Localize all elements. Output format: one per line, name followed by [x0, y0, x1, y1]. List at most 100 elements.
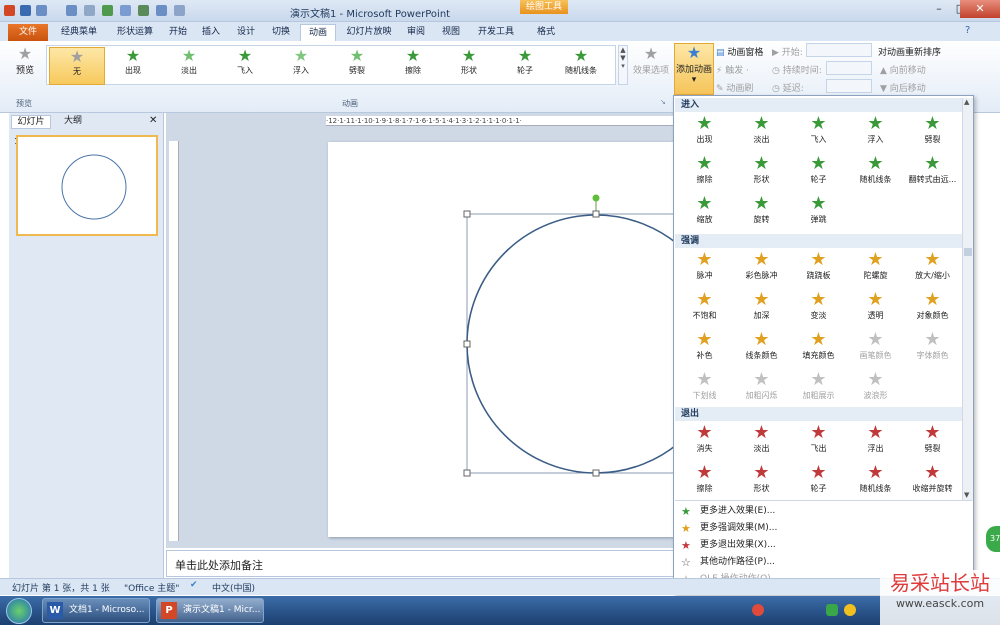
- animation-painter-button[interactable]: ✎ 动画刷: [716, 81, 753, 94]
- redo-icon[interactable]: [66, 5, 77, 16]
- slide-thumbnail[interactable]: [16, 135, 158, 236]
- preview-button[interactable]: ★ 预览: [8, 45, 42, 95]
- duration-field[interactable]: [826, 61, 872, 75]
- effect-item[interactable]: ★ 飞出: [790, 423, 847, 463]
- gallery-scroll-button[interactable]: ▲ ▼ ▾: [618, 45, 628, 85]
- scroll-up-icon[interactable]: ▲: [964, 98, 972, 106]
- effect-options-button[interactable]: ★ 效果选项: [632, 45, 670, 95]
- scroll-thumb[interactable]: [964, 248, 972, 256]
- taskbar-word[interactable]: W 文档1 - Microso...: [42, 598, 150, 623]
- effect-item[interactable]: ★ 缩放: [676, 194, 733, 234]
- effect-item[interactable]: ★ 画笔颜色: [847, 330, 904, 370]
- start-select[interactable]: [806, 43, 872, 57]
- minimize-button[interactable]: –: [925, 0, 953, 18]
- table-icon[interactable]: [138, 5, 149, 16]
- dialog-launcher-icon[interactable]: ↘: [660, 98, 666, 106]
- effect-item[interactable]: ★ 陀螺旋: [847, 250, 904, 290]
- effect-item[interactable]: ★ 波浪形: [847, 370, 904, 410]
- effect-item[interactable]: ★ 线条颜色: [733, 330, 790, 370]
- language[interactable]: 中文(中国): [212, 581, 255, 594]
- start-button[interactable]: [6, 598, 32, 624]
- floating-badge[interactable]: 37: [986, 526, 1000, 552]
- tab-design[interactable]: 设计: [230, 24, 262, 41]
- format-painter-icon[interactable]: [120, 5, 131, 16]
- tray-shield-icon[interactable]: [826, 604, 838, 616]
- effect-item[interactable]: ★ 淡出: [733, 423, 790, 463]
- tab-review[interactable]: 审阅: [400, 24, 432, 41]
- picture-icon[interactable]: [156, 5, 167, 16]
- tab-file[interactable]: 文件: [8, 24, 48, 41]
- effect-item[interactable]: ★ 劈裂: [904, 114, 961, 154]
- gallery-item-float-in[interactable]: ★ 浮入: [273, 47, 329, 85]
- effect-item[interactable]: ★ 弹跳: [790, 194, 847, 234]
- effect-item[interactable]: ★ 淡出: [733, 114, 790, 154]
- effect-item[interactable]: ★ 浮入: [847, 114, 904, 154]
- effect-item[interactable]: ★ 轮子: [790, 154, 847, 194]
- slide-canvas[interactable]: [328, 142, 726, 537]
- move-earlier-button[interactable]: ▲ 向前移动: [880, 63, 926, 76]
- effect-item[interactable]: ★ 脉冲: [676, 250, 733, 290]
- effect-item[interactable]: ★ 对象颜色: [904, 290, 961, 330]
- gallery-item-split[interactable]: ★ 劈裂: [329, 47, 385, 85]
- effect-item[interactable]: ★ 彩色脉冲: [733, 250, 790, 290]
- new-slide-icon[interactable]: [84, 5, 95, 16]
- tab-developer[interactable]: 开发工具: [470, 24, 522, 41]
- more-exit-effects[interactable]: ★ 更多退出效果(X)...: [676, 537, 966, 554]
- tray-app-icon[interactable]: [752, 604, 764, 616]
- effect-item[interactable]: ★ 放大/缩小: [904, 250, 961, 290]
- effect-item[interactable]: ★ 填充颜色: [790, 330, 847, 370]
- effect-item[interactable]: ★ 出现: [676, 114, 733, 154]
- tab-view[interactable]: 视图: [435, 24, 467, 41]
- delay-field[interactable]: [826, 79, 872, 93]
- effect-item[interactable]: ★ 劈裂: [904, 423, 961, 463]
- effect-item[interactable]: ★ 加粗展示: [790, 370, 847, 410]
- gallery-item-wheel[interactable]: ★ 轮子: [497, 47, 553, 85]
- move-later-button[interactable]: ▼ 向后移动: [880, 81, 926, 94]
- effect-item[interactable]: ★ 随机线条: [847, 154, 904, 194]
- tab-home[interactable]: 开始: [162, 24, 194, 41]
- close-button[interactable]: ✕: [960, 0, 1000, 18]
- effect-item[interactable]: ★ 变淡: [790, 290, 847, 330]
- menu-scrollbar[interactable]: ▲ ▼: [962, 98, 973, 501]
- effect-item[interactable]: ★ 字体颜色: [904, 330, 961, 370]
- trigger-button[interactable]: ⚡ 触发 ·: [716, 63, 749, 76]
- effect-item[interactable]: ★ 随机线条: [847, 463, 904, 503]
- more-motion-paths[interactable]: ☆ 其他动作路径(P)...: [676, 554, 966, 571]
- gallery-item-fly-in[interactable]: ★ 飞入: [217, 47, 273, 85]
- gallery-item-wipe[interactable]: ★ 擦除: [385, 47, 441, 85]
- more-emphasis-effects[interactable]: ★ 更多强调效果(M)...: [676, 520, 966, 537]
- tab-shape-ops[interactable]: 形状运算: [108, 24, 162, 41]
- spellcheck-icon[interactable]: ✔: [190, 580, 198, 590]
- selected-shape[interactable]: [328, 142, 726, 537]
- effect-item[interactable]: ★ 浮出: [847, 423, 904, 463]
- more-entrance-effects[interactable]: ★ 更多进入效果(E)...: [676, 503, 966, 520]
- effect-item[interactable]: ★ 擦除: [676, 154, 733, 194]
- gallery-item-fade[interactable]: ★ 淡出: [161, 47, 217, 85]
- undo-icon[interactable]: [36, 5, 47, 16]
- add-animation-button[interactable]: ★ 添加动画 ▾: [674, 43, 714, 95]
- shapes-icon[interactable]: [174, 5, 185, 16]
- help-icon[interactable]: ?: [965, 25, 970, 36]
- scroll-down-icon[interactable]: ▼: [964, 491, 972, 499]
- effect-item[interactable]: ★ 飞入: [790, 114, 847, 154]
- tab-transitions[interactable]: 切换: [265, 24, 297, 41]
- effect-item[interactable]: ★ 形状: [733, 154, 790, 194]
- tab-slideshow[interactable]: 幻灯片放映: [340, 24, 398, 41]
- effect-item[interactable]: ★ 加深: [733, 290, 790, 330]
- effect-item[interactable]: ★ 形状: [733, 463, 790, 503]
- tab-outline[interactable]: 大纲: [55, 115, 91, 129]
- save-icon[interactable]: [20, 5, 31, 16]
- gallery-item-shape[interactable]: ★ 形状: [441, 47, 497, 85]
- effect-item[interactable]: ★ 下划线: [676, 370, 733, 410]
- tab-classic-menu[interactable]: 经典菜单: [52, 24, 106, 41]
- effect-item[interactable]: ★ 擦除: [676, 463, 733, 503]
- tray-security-icon[interactable]: [844, 604, 856, 616]
- effect-item[interactable]: ★ 轮子: [790, 463, 847, 503]
- effect-item[interactable]: ★ 加粗闪烁: [733, 370, 790, 410]
- tab-animations[interactable]: 动画: [300, 24, 336, 41]
- effect-item[interactable]: ★ 补色: [676, 330, 733, 370]
- effect-item[interactable]: ★ 透明: [847, 290, 904, 330]
- effect-item[interactable]: ★ 跷跷板: [790, 250, 847, 290]
- gallery-item-appear[interactable]: ★ 出现: [105, 47, 161, 85]
- tab-insert[interactable]: 插入: [195, 24, 227, 41]
